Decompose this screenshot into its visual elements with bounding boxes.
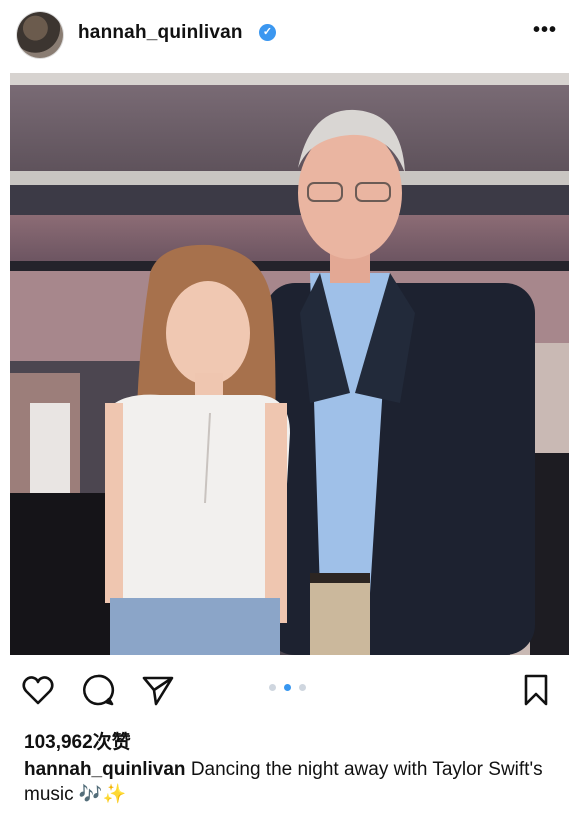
carousel-dot-active: [284, 684, 291, 691]
post-header: hannah_quinlivan ✓ •••: [0, 0, 578, 70]
heart-icon[interactable]: [20, 672, 56, 708]
caption-username[interactable]: hannah_quinlivan: [24, 759, 186, 780]
carousel-dot: [269, 684, 276, 691]
likes-count[interactable]: 103,962次赞: [24, 727, 131, 754]
music-notes-icon: 🎶: [78, 784, 103, 805]
likes-number: 103,962: [24, 732, 93, 753]
carousel-dot: [299, 684, 306, 691]
post-caption: hannah_quinlivan Dancing the night away …: [24, 757, 554, 807]
avatar[interactable]: [17, 12, 63, 58]
more-options-icon[interactable]: •••: [528, 20, 562, 40]
verified-badge-icon: ✓: [259, 24, 276, 41]
send-icon[interactable]: [140, 672, 176, 708]
sparkle-icon: ✨: [102, 784, 127, 805]
post-photo[interactable]: [10, 73, 569, 655]
comment-icon[interactable]: [80, 672, 116, 708]
likes-suffix: 次赞: [92, 732, 131, 753]
bookmark-icon[interactable]: [518, 672, 554, 708]
post-username[interactable]: hannah_quinlivan: [78, 22, 243, 44]
